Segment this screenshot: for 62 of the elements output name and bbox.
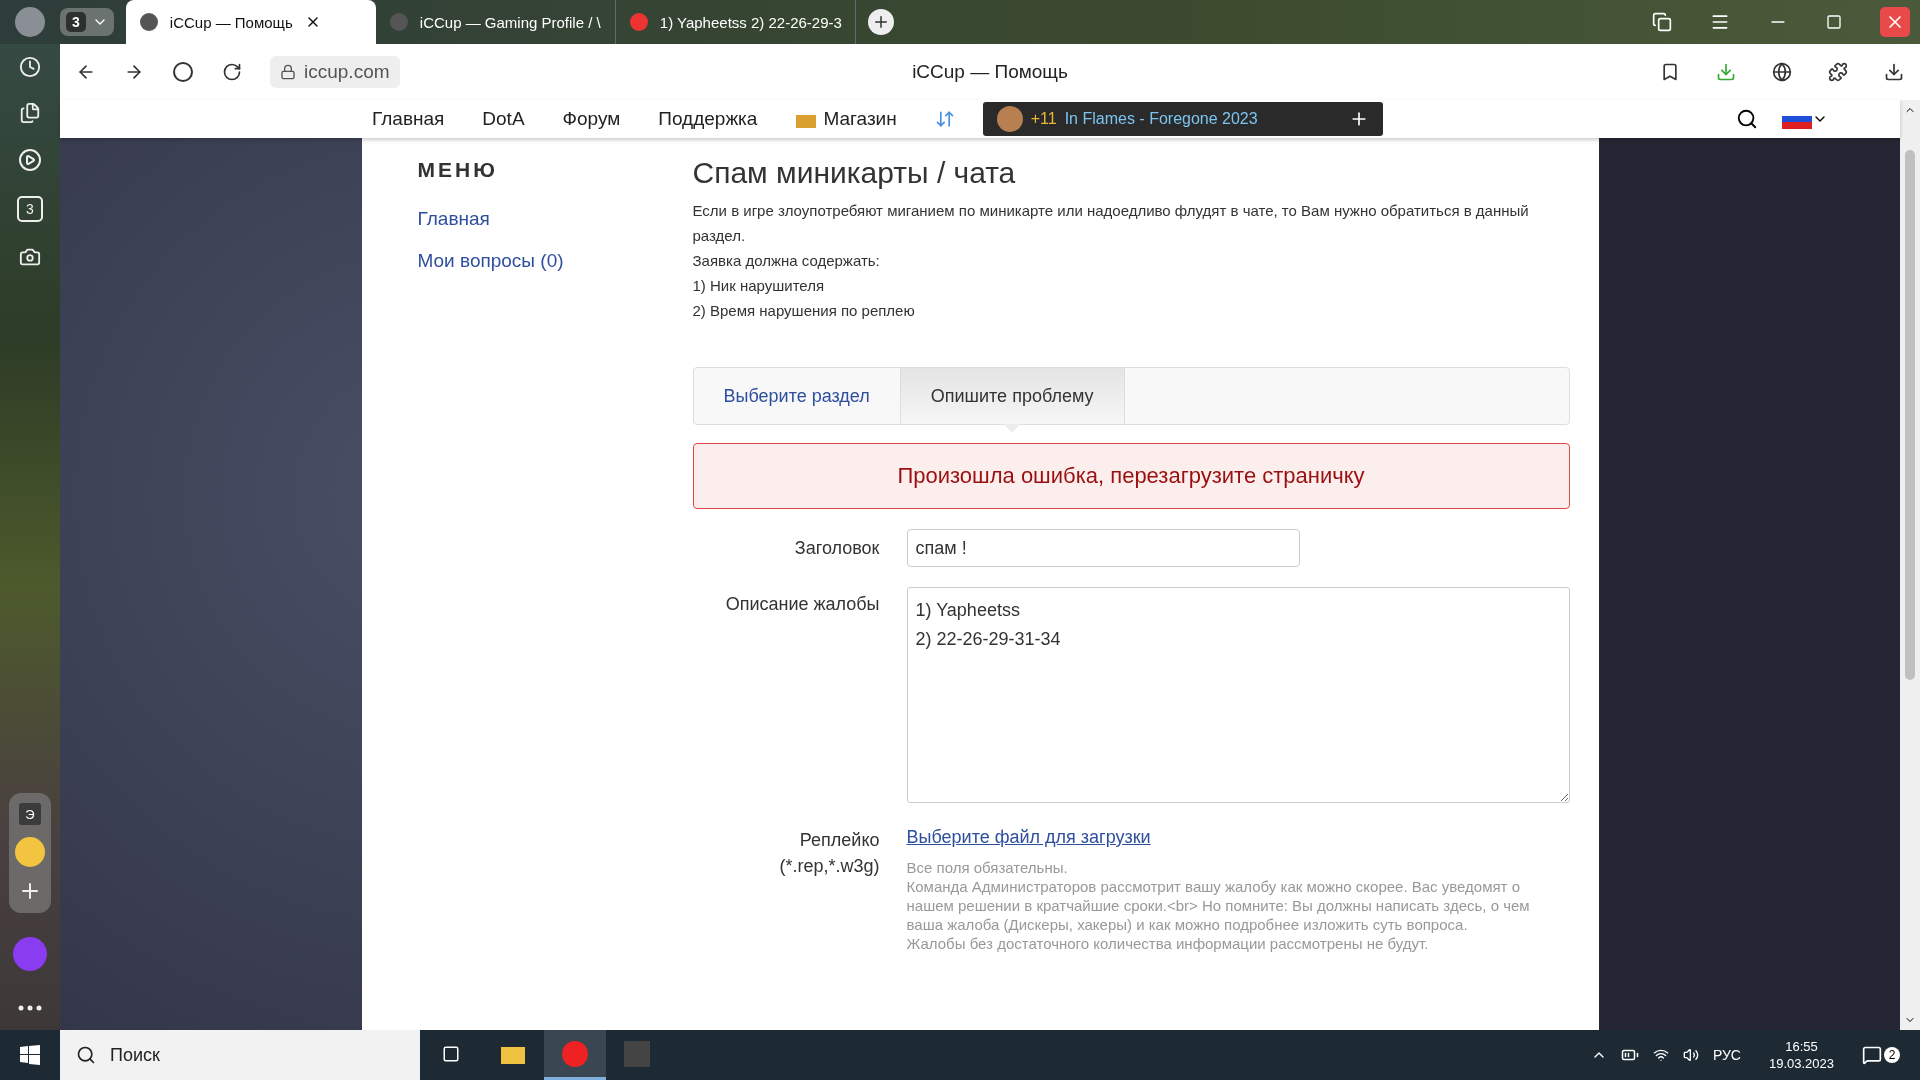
browser-tab[interactable]: iCCup — Помощь <box>125 0 376 44</box>
search-icon[interactable] <box>1736 108 1758 130</box>
input-language[interactable]: РУС <box>1712 1047 1741 1063</box>
form-notes: Все поля обязательны. Команда Администраторов рассмотрит вашу жалобу как можно скорее. Вас уведомят о нашем решении в кратчайшие сроки.<br> Но помните: Вы должны написать здесь, о чем ваша жалоба (Дискеры, хакеры) и как можно подробнее изложить суть вопроса. Жалобы без достаточного количества информации рассмотрены не будут. <box>906 858 1531 953</box>
title-input-field[interactable]: спам ! <box>906 529 1300 567</box>
field-label: Описание жалобы <box>724 593 881 616</box>
article-text: 2) Время нарушения по реплею <box>692 301 916 321</box>
windows-logo-icon[interactable] <box>20 1045 40 1065</box>
nav-link[interactable]: DotA <box>482 108 525 130</box>
side-widget-letter[interactable]: Э <box>19 803 41 825</box>
taskbar-clock[interactable]: 16:55 19.03.2023 <box>1768 1039 1834 1071</box>
site-favicon-icon <box>139 13 158 31</box>
volume-icon[interactable] <box>1682 1047 1699 1063</box>
page-title: iCCup — Помощь <box>912 61 1068 83</box>
article-title: Спам миникарты / чата <box>692 156 1017 190</box>
nav-link[interactable]: Поддержка <box>658 108 758 130</box>
scrollbar-thumb[interactable] <box>1905 150 1915 680</box>
task-view-icon <box>442 1044 460 1063</box>
tab-group-button[interactable]: 3 <box>60 8 114 36</box>
swap-arrows-icon[interactable] <box>934 109 955 129</box>
nav-link[interactable]: Магазин <box>795 108 897 130</box>
downloads-icon[interactable] <box>1884 62 1904 82</box>
step-tab[interactable]: Выберите раздел <box>693 368 901 424</box>
play-icon[interactable] <box>18 148 42 172</box>
site-favicon-icon <box>389 13 408 31</box>
article-text: Заявка должна содержать: <box>692 251 881 271</box>
reload-icon[interactable] <box>222 62 242 82</box>
camera-icon[interactable] <box>19 246 41 268</box>
lock-icon <box>280 64 296 80</box>
article-text: 1) Ник нарушителя <box>692 276 826 296</box>
profile-avatar[interactable] <box>15 7 45 37</box>
close-window-button[interactable] <box>1880 7 1910 37</box>
article-text: Если в игре злоупотребяют миганием по миникарте или надоедливо флудят в чате, то Вам нужно обратиться в данный раздел. <box>692 201 1530 246</box>
menu-heading: МЕНЮ <box>417 158 499 182</box>
error-alert: Произошла ошибка, перезагрузите страничку <box>692 443 1570 509</box>
taskbar-search-field[interactable]: Поиск <box>60 1030 420 1080</box>
tabs-icon[interactable] <box>1652 12 1672 32</box>
download-arrow-icon[interactable] <box>1716 62 1736 82</box>
search-icon <box>76 1045 96 1065</box>
side-tab-counter[interactable]: 3 <box>17 196 43 222</box>
nav-link[interactable]: Главная <box>372 108 445 130</box>
new-tab-button[interactable] <box>867 9 894 35</box>
extension-icon[interactable] <box>1828 62 1848 82</box>
bookmark-icon[interactable] <box>1660 62 1680 82</box>
field-label: (*.rep,*.w3g) <box>778 855 880 878</box>
upload-file-link[interactable]: Выберите файл для загрузки <box>906 827 1570 848</box>
wifi-icon[interactable] <box>1652 1047 1669 1063</box>
menu-icon[interactable] <box>1710 12 1730 32</box>
nav-link[interactable]: Форум <box>562 108 621 130</box>
description-text-area[interactable]: 1) Yapheetss 2) 22-26-29-31-34 <box>906 587 1570 803</box>
browser-taskbar-button[interactable] <box>544 1030 606 1080</box>
site-favicon-icon <box>629 13 648 31</box>
field-label: Заголовок <box>793 537 881 560</box>
address-field[interactable]: iccup.com <box>270 56 400 88</box>
collections-icon[interactable] <box>19 102 41 124</box>
history-icon[interactable] <box>19 56 41 78</box>
field-label: Реплейко <box>798 829 880 852</box>
globe-icon[interactable] <box>1772 62 1792 82</box>
menu-link[interactable]: Мои вопросы (0) <box>417 250 693 272</box>
music-player[interactable]: +11 In Flames - Foregone 2023 <box>982 102 1383 136</box>
restore-icon[interactable] <box>1826 14 1842 30</box>
menu-link[interactable]: Главная <box>417 208 693 230</box>
